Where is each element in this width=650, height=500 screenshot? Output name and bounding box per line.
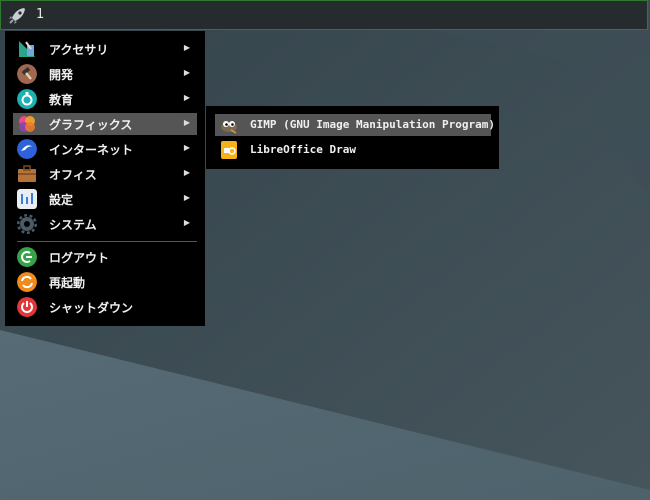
settings-icon — [17, 189, 37, 209]
menu-item-label: シャットダウン — [49, 301, 134, 315]
submenu-arrow-icon: ▶ — [183, 193, 190, 202]
menu-item-development[interactable]: 開発 ▶ — [13, 63, 197, 85]
menu-item-label: オフィス — [49, 168, 97, 182]
rocket-icon[interactable] — [7, 6, 27, 26]
menu-item-label: グラフィックス — [49, 118, 133, 132]
menu-item-label: インターネット — [49, 143, 134, 157]
menu-item-graphics[interactable]: グラフィックス ▶ — [13, 113, 197, 135]
submenu-arrow-icon: ▶ — [183, 143, 190, 152]
submenu-item-gimp[interactable]: GIMP (GNU Image Manipulation Program) — [215, 114, 495, 136]
graphics-icon — [19, 116, 35, 132]
menu-item-education[interactable]: 教育 ▶ — [13, 88, 197, 110]
menu-item-internet[interactable]: インターネット ▶ — [13, 138, 197, 160]
menu-item-label: 開発 — [49, 68, 74, 82]
submenu-arrow-icon: ▶ — [183, 68, 190, 77]
hammer-icon — [17, 64, 37, 84]
application-menu: アクセサリ ▶ 開発 ▶ 教育 ▶ グラフィックス ▶ インターネット ▶ オフ… — [5, 31, 205, 326]
taskbar: 1 — [0, 0, 648, 30]
menu-item-label: 教育 — [49, 93, 74, 107]
menu-item-accessories[interactable]: アクセサリ ▶ — [13, 38, 197, 60]
gimp-icon — [221, 121, 237, 134]
workspace-indicator[interactable]: 1 — [36, 7, 44, 22]
menu-item-reboot[interactable]: 再起動 — [13, 271, 197, 293]
graphics-submenu: GIMP (GNU Image Manipulation Program) Li… — [206, 106, 499, 169]
submenu-arrow-icon: ▶ — [183, 43, 190, 52]
submenu-item-label: GIMP (GNU Image Manipulation Program) — [250, 118, 496, 131]
submenu-arrow-icon: ▶ — [183, 168, 190, 177]
submenu-arrow-icon: ▶ — [183, 218, 190, 227]
gear-icon — [17, 214, 37, 234]
briefcase-icon — [18, 165, 36, 182]
menu-item-office[interactable]: オフィス ▶ — [13, 163, 197, 185]
submenu-item-label: LibreOffice Draw — [250, 143, 356, 156]
logout-icon — [17, 247, 37, 267]
submenu-item-libreoffice-draw[interactable]: LibreOffice Draw — [215, 139, 491, 161]
reboot-icon — [17, 272, 37, 292]
education-icon — [17, 89, 37, 109]
accessories-icon — [19, 41, 35, 57]
internet-icon — [17, 139, 37, 159]
menu-item-label: ログアウト — [49, 251, 110, 265]
menu-item-logout[interactable]: ログアウト — [13, 246, 197, 268]
libreoffice-draw-icon — [221, 141, 237, 159]
menu-separator — [17, 241, 197, 242]
menu-item-system[interactable]: システム ▶ — [13, 213, 197, 235]
submenu-arrow-icon: ▶ — [183, 93, 190, 102]
menu-item-shutdown[interactable]: シャットダウン — [13, 296, 197, 318]
menu-item-label: 設定 — [49, 193, 74, 207]
menu-item-label: アクセサリ — [49, 43, 109, 57]
power-icon — [17, 297, 37, 317]
menu-item-settings[interactable]: 設定 ▶ — [13, 188, 197, 210]
menu-item-label: 再起動 — [49, 276, 86, 290]
submenu-arrow-icon: ▶ — [183, 118, 190, 127]
menu-item-label: システム — [49, 218, 97, 232]
